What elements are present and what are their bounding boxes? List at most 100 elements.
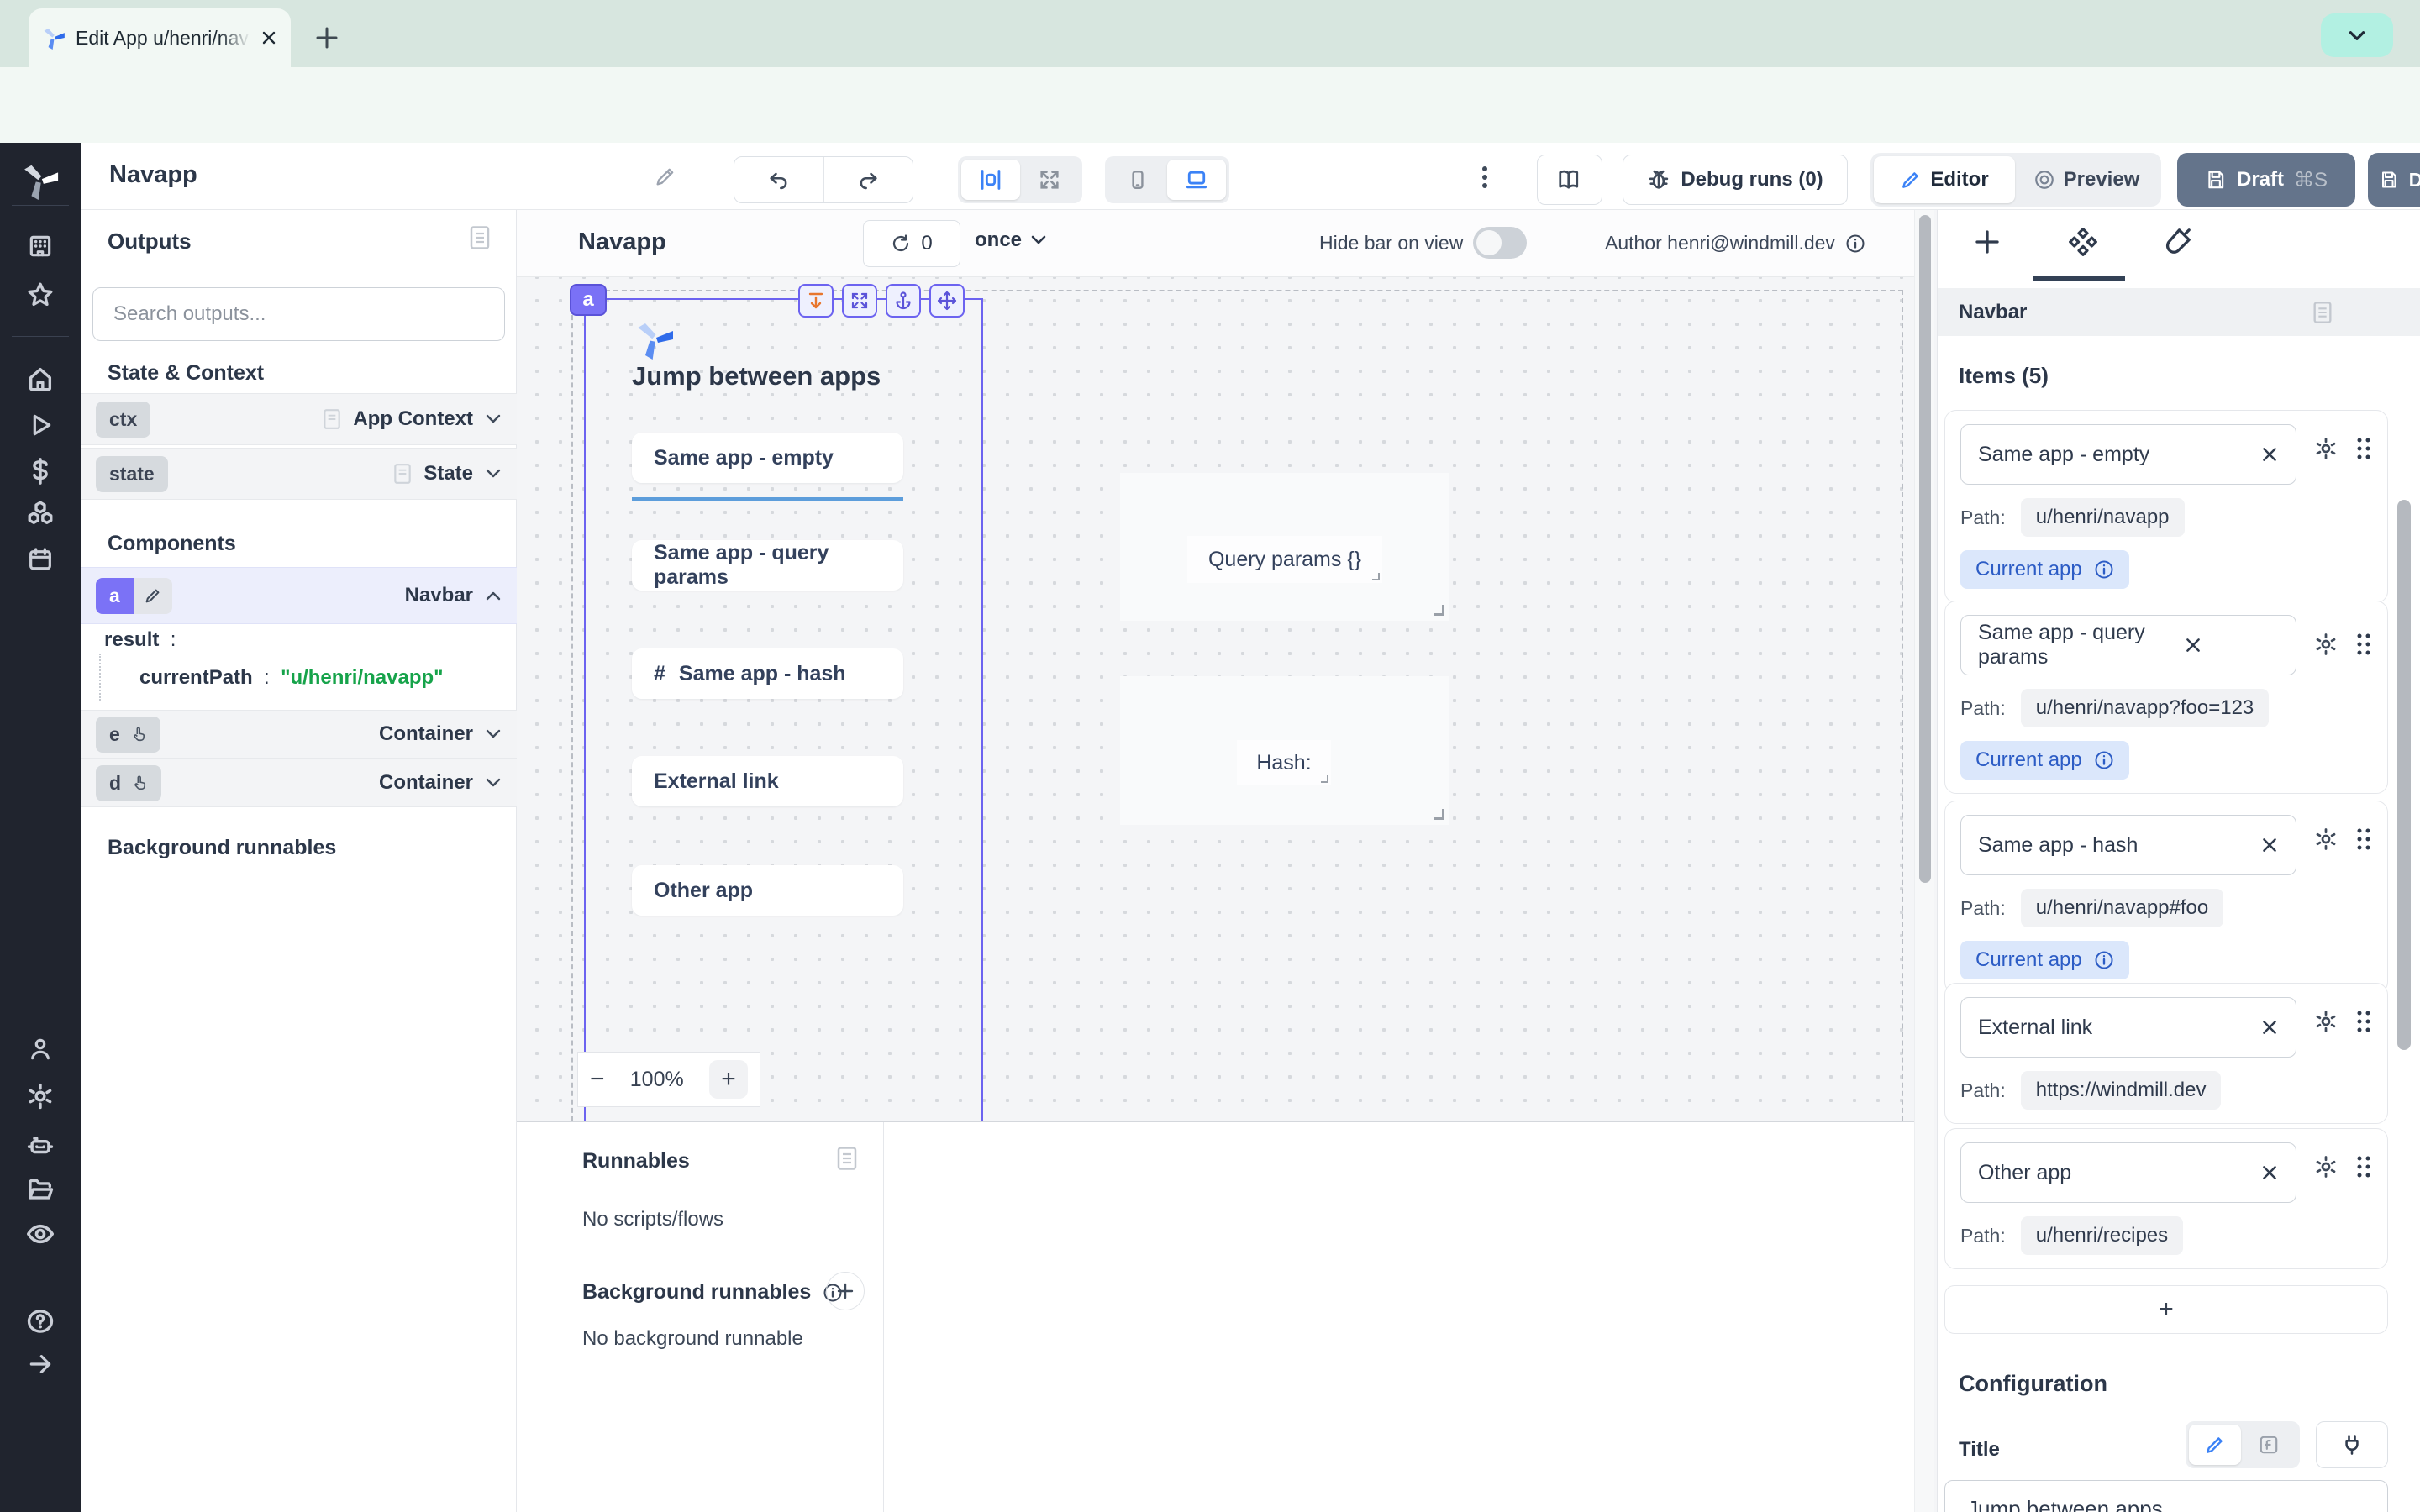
insert-component-tab-icon[interactable]: [1972, 227, 2002, 257]
item-4-path[interactable]: https://windmill.dev: [2021, 1071, 2222, 1110]
settings-gear-icon[interactable]: [26, 1082, 55, 1110]
component-doc-icon[interactable]: [2312, 301, 2333, 324]
home-icon[interactable]: [26, 365, 55, 393]
browser-tab[interactable]: Edit App u/henri/navapp | Win: [29, 8, 291, 67]
component-row-container-d[interactable]: d Container: [81, 759, 517, 807]
tab-editor[interactable]: Editor: [1874, 156, 2015, 203]
collapse-sidebar-arrow-icon[interactable]: [27, 1351, 54, 1378]
workers-robot-icon[interactable]: [26, 1131, 55, 1159]
resources-cubes-icon[interactable]: [26, 499, 55, 528]
canvas-scrollbar[interactable]: [1914, 210, 1934, 1512]
search-outputs-input[interactable]: Search outputs...: [92, 287, 505, 341]
deploy-button[interactable]: Deploy: [2368, 153, 2420, 207]
theme-brush-tab-icon[interactable]: [2160, 225, 2194, 259]
item-1-settings-gear-icon[interactable]: [2313, 436, 2338, 461]
undo-icon[interactable]: [734, 157, 824, 202]
users-person-icon[interactable]: [27, 1036, 54, 1063]
anchor-icon[interactable]: [886, 284, 921, 318]
item-3-path[interactable]: u/henri/navapp#foo: [2021, 889, 2224, 927]
query-params-text-component[interactable]: Query params {}: [1187, 536, 1382, 583]
runs-play-icon[interactable]: [27, 412, 54, 438]
zoom-in-button[interactable]: +: [709, 1060, 748, 1099]
item-1-path[interactable]: u/henri/navapp: [2021, 498, 2185, 537]
item-2-drag-handle-icon[interactable]: [2355, 632, 2372, 657]
move-icon[interactable]: [929, 284, 965, 318]
redo-icon[interactable]: [824, 157, 913, 202]
mobile-icon[interactable]: [1108, 160, 1167, 200]
runnables-doc-icon[interactable]: [836, 1146, 858, 1171]
schedules-calendar-icon[interactable]: [27, 546, 54, 573]
rename-pencil-icon[interactable]: [654, 165, 677, 188]
desktop-icon[interactable]: [1167, 160, 1226, 200]
fullscreen-icon[interactable]: [842, 284, 877, 318]
item-3-drag-handle-icon[interactable]: [2355, 827, 2372, 852]
resize-handle[interactable]: [1434, 809, 1444, 820]
add-item-button[interactable]: +: [1944, 1285, 2388, 1334]
nav-item-hash[interactable]: # Same app - hash: [632, 648, 903, 699]
item-3-label-input[interactable]: Same app - hash: [1960, 815, 2296, 875]
title-value-input[interactable]: Jump between apps: [1944, 1480, 2388, 1512]
item-1-label-input[interactable]: Same app - empty: [1960, 424, 2296, 485]
settings-tab-icon[interactable]: [2066, 225, 2100, 259]
center-align-icon[interactable]: [961, 160, 1020, 200]
clear-icon[interactable]: [2260, 445, 2279, 464]
clear-icon[interactable]: [2184, 636, 2202, 654]
ctx-row[interactable]: ctx App Context: [81, 393, 517, 445]
clear-icon[interactable]: [2260, 836, 2279, 854]
nav-item-external-link[interactable]: External link: [632, 756, 903, 806]
zoom-out-button[interactable]: −: [590, 1065, 605, 1094]
item-4-label-input[interactable]: External link: [1960, 997, 2296, 1058]
item-5-settings-gear-icon[interactable]: [2313, 1154, 2338, 1179]
refresh-count-button[interactable]: 0: [863, 220, 960, 267]
workspace-building-icon[interactable]: [27, 233, 54, 260]
hash-text-component[interactable]: Hash:: [1237, 740, 1331, 785]
tab-search-chevron-button[interactable]: [2321, 13, 2393, 57]
item-5-path[interactable]: u/henri/recipes: [2021, 1216, 2183, 1255]
add-background-runnable-button[interactable]: [826, 1272, 865, 1310]
state-row[interactable]: state State: [81, 448, 517, 500]
variables-dollar-icon[interactable]: [26, 457, 55, 486]
resize-handle[interactable]: [1434, 605, 1444, 616]
component-row-container-e[interactable]: e Container: [81, 710, 517, 759]
windmill-logo-icon[interactable]: [21, 161, 60, 200]
js-expression-mode-icon[interactable]: [2241, 1434, 2296, 1456]
expand-down-icon[interactable]: [798, 284, 834, 318]
help-icon[interactable]: [26, 1307, 55, 1336]
panel-scrollbar-thumb[interactable]: [2397, 500, 2411, 1050]
item-5-label-input[interactable]: Other app: [1960, 1142, 2296, 1203]
component-row-navbar[interactable]: a Navbar: [81, 567, 517, 624]
selection-letter-badge[interactable]: a: [570, 284, 607, 316]
full-width-icon[interactable]: [1020, 160, 1079, 200]
item-3-settings-gear-icon[interactable]: [2313, 827, 2338, 852]
static-mode-pencil-icon[interactable]: [2189, 1425, 2241, 1465]
canvas-grid[interactable]: a Jump between apps Same app - empty: [517, 277, 1914, 1121]
new-tab-icon[interactable]: [313, 24, 341, 52]
current-path-line[interactable]: currentPath : "u/henri/navapp": [139, 666, 444, 690]
item-5-drag-handle-icon[interactable]: [2355, 1154, 2372, 1179]
item-2-label-input[interactable]: Same app - query params: [1960, 615, 2296, 675]
draft-button[interactable]: Draft ⌘S: [2177, 153, 2355, 207]
tab-preview[interactable]: Preview: [2015, 168, 2158, 192]
nav-item-query-params[interactable]: Same app - query params: [632, 540, 903, 591]
more-options-icon[interactable]: [1481, 163, 1489, 192]
refresh-mode-select[interactable]: once: [975, 228, 1047, 252]
scrollbar-thumb[interactable]: [1919, 215, 1931, 883]
item-2-path[interactable]: u/henri/navapp?foo=123: [2021, 689, 2270, 727]
nav-item-other-app[interactable]: Other app: [632, 865, 903, 916]
debug-runs-button[interactable]: Debug runs (0): [1623, 155, 1848, 205]
folders-icon[interactable]: [26, 1175, 55, 1204]
tab-close-icon[interactable]: [260, 29, 277, 46]
resize-handle[interactable]: [1372, 573, 1380, 580]
clear-icon[interactable]: [2260, 1018, 2279, 1037]
clear-icon[interactable]: [2260, 1163, 2279, 1182]
outputs-doc-icon[interactable]: [469, 225, 491, 250]
hide-bar-toggle[interactable]: [1473, 227, 1527, 259]
nav-item-same-app-empty[interactable]: Same app - empty: [632, 433, 903, 483]
item-4-settings-gear-icon[interactable]: [2313, 1009, 2338, 1034]
item-2-settings-gear-icon[interactable]: [2313, 632, 2338, 657]
connect-plug-icon[interactable]: [2316, 1421, 2388, 1468]
edit-pencil-icon[interactable]: [134, 578, 172, 614]
favorites-star-icon[interactable]: [26, 281, 55, 309]
item-1-drag-handle-icon[interactable]: [2355, 436, 2372, 461]
item-4-drag-handle-icon[interactable]: [2355, 1009, 2372, 1034]
